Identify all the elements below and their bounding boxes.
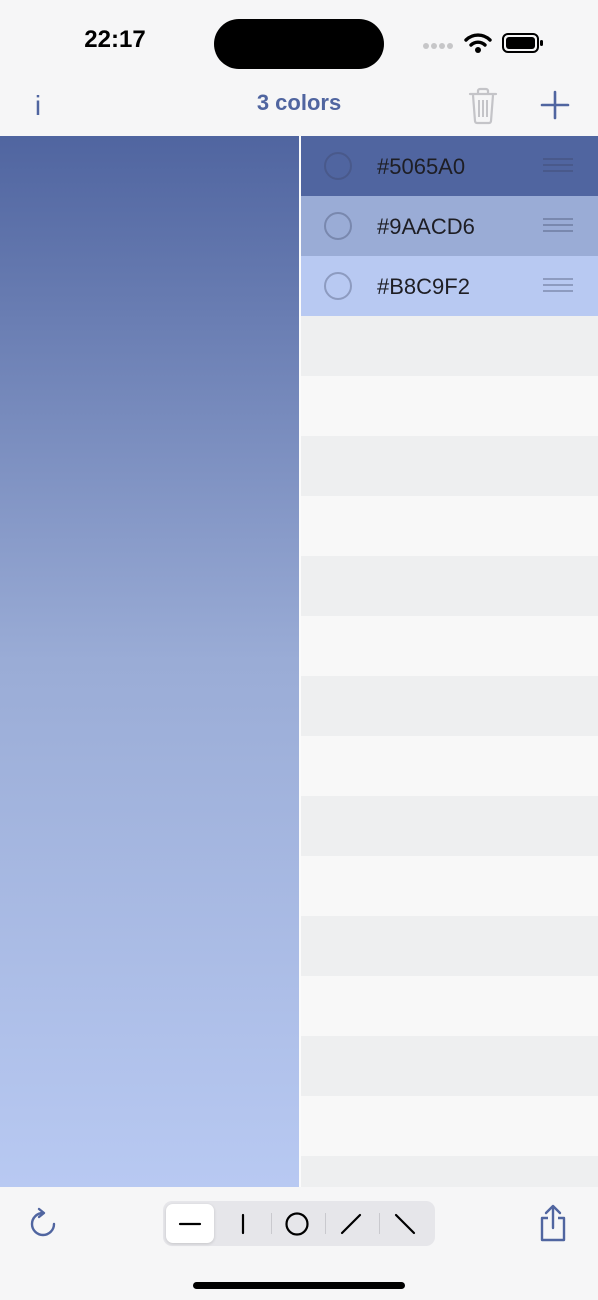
battery-icon xyxy=(502,33,543,53)
home-indicator xyxy=(193,1282,405,1289)
vertical-line-icon xyxy=(241,1213,245,1234)
select-circle-icon[interactable] xyxy=(324,152,352,180)
empty-row xyxy=(301,436,598,496)
plus-icon[interactable] xyxy=(538,88,572,122)
empty-row xyxy=(301,376,598,436)
circle-icon xyxy=(285,1211,309,1236)
wifi-icon xyxy=(464,33,492,53)
color-row[interactable]: #B8C9F2 xyxy=(301,256,598,316)
drag-handle-icon[interactable] xyxy=(543,158,573,174)
segment-divider xyxy=(379,1213,380,1234)
empty-row xyxy=(301,916,598,976)
empty-row xyxy=(301,976,598,1036)
rotate-icon[interactable] xyxy=(26,1207,60,1241)
empty-row xyxy=(301,796,598,856)
select-circle-icon[interactable] xyxy=(324,212,352,240)
page-title: 3 colors xyxy=(256,90,342,115)
signal-icon xyxy=(423,43,453,49)
segment-diagonal-down[interactable] xyxy=(381,1204,429,1243)
status-icons xyxy=(422,30,552,60)
bottom-toolbar xyxy=(0,1187,598,1300)
empty-row xyxy=(301,556,598,616)
select-circle-icon[interactable] xyxy=(324,272,352,300)
gradient-type-picker xyxy=(163,1201,435,1246)
nav-bar: i 3 colors xyxy=(0,80,598,136)
horizontal-line-icon xyxy=(178,1222,202,1225)
status-bar: 22:17 xyxy=(0,0,598,80)
diagonal-down-icon xyxy=(394,1213,416,1234)
segment-vertical-line[interactable] xyxy=(219,1204,267,1243)
color-row[interactable]: #9AACD6 xyxy=(301,196,598,256)
empty-row xyxy=(301,856,598,916)
status-time: 22:17 xyxy=(84,26,146,53)
empty-row xyxy=(301,496,598,556)
segment-diagonal-up[interactable] xyxy=(327,1204,375,1243)
diagonal-up-icon xyxy=(340,1213,362,1234)
color-list: #5065A0 #9AACD6 #B8C9F2 xyxy=(301,136,598,1187)
empty-row xyxy=(301,1096,598,1156)
empty-row xyxy=(301,1036,598,1096)
color-hex-label: #9AACD6 xyxy=(377,214,475,239)
color-hex-label: #B8C9F2 xyxy=(377,274,470,299)
drag-handle-icon[interactable] xyxy=(543,278,573,294)
segment-divider xyxy=(271,1213,272,1234)
drag-handle-icon[interactable] xyxy=(543,218,573,234)
segment-horizontal-line[interactable] xyxy=(166,1204,214,1243)
dynamic-island xyxy=(214,19,384,69)
empty-row xyxy=(301,676,598,736)
empty-row xyxy=(301,1156,598,1187)
empty-row xyxy=(301,316,598,376)
info-button[interactable]: i xyxy=(22,86,54,126)
color-row[interactable]: #5065A0 xyxy=(301,136,598,196)
color-hex-label: #5065A0 xyxy=(377,154,466,179)
gradient-preview xyxy=(0,136,299,1187)
trash-icon[interactable] xyxy=(466,86,500,126)
segment-divider xyxy=(325,1213,326,1234)
share-icon[interactable] xyxy=(536,1203,570,1243)
segment-circle[interactable] xyxy=(273,1204,321,1243)
empty-row xyxy=(301,736,598,796)
empty-row xyxy=(301,616,598,676)
